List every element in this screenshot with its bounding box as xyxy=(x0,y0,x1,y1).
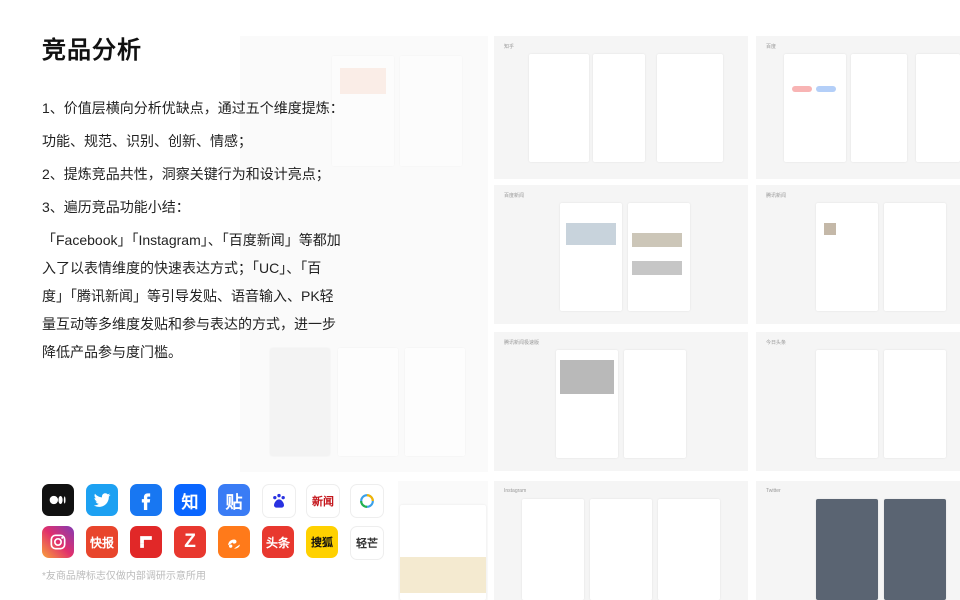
screen-card-toutiao: 今日头条 xyxy=(756,332,960,471)
medium-logo xyxy=(42,484,74,516)
point-2: 2、提炼竞品共性，洞察关键行为和设计亮点； xyxy=(42,166,330,182)
zaker-logo: Z xyxy=(174,526,206,558)
card-label: 腾讯新闻 xyxy=(766,193,787,199)
instagram-logo xyxy=(42,526,74,558)
card-label: 知乎 xyxy=(504,44,515,50)
zhihu-logo: 知 xyxy=(174,484,206,516)
analysis-points: 1、价值层横向分析优缺点，通过五个维度提炼： 功能、规范、识别、创新、情感； 2… xyxy=(42,92,344,366)
screen-card-tencent-news: 腾讯新闻 xyxy=(756,185,960,324)
card-label: 百度 xyxy=(766,44,777,50)
flipboard-logo xyxy=(130,526,162,558)
qingmang-logo: 轻芒 xyxy=(350,526,384,560)
point-1: 1、价值层横向分析优缺点，通过五个维度提炼： xyxy=(42,100,344,116)
card-label: 腾讯新闻极速版 xyxy=(504,340,540,346)
screen-card-tencent-lite: 腾讯新闻极速版 xyxy=(494,332,748,471)
uc-logo xyxy=(218,526,250,558)
toutiao-logo: 头条 xyxy=(262,526,294,558)
tieba-logo: 贴 xyxy=(218,484,250,516)
twitter-logo xyxy=(86,484,118,516)
function-summary: 「Facebook」「Instagram」、「百度新闻」等都加入了以表情维度的快… xyxy=(42,232,341,360)
faded-screen-bottom xyxy=(398,481,488,600)
card-label: 今日头条 xyxy=(766,340,787,346)
screen-card-twitter: Twitter xyxy=(756,481,960,600)
sohu-logo: 搜狐 xyxy=(306,526,338,558)
page-title: 竞品分析 xyxy=(42,37,142,64)
netease-news-logo: 新闻 xyxy=(306,484,340,518)
card-label: 百度新闻 xyxy=(504,193,525,199)
tencent-news-logo xyxy=(350,484,384,518)
facebook-logo xyxy=(130,484,162,516)
card-label: Twitter xyxy=(766,488,781,494)
point-3: 3、遍历竞品功能小结： xyxy=(42,199,190,215)
card-label: Instagram xyxy=(504,488,527,494)
screen-card-zhihu: 知乎 xyxy=(494,36,748,179)
point-1-dimensions: 功能、规范、识别、创新、情感； xyxy=(42,133,252,149)
screen-card-baidu-news: 百度新闻 xyxy=(494,185,748,324)
baidu-logo xyxy=(262,484,296,518)
screen-card-baidu: 百度 xyxy=(756,36,960,179)
kuaibao-logo: 快报 xyxy=(86,526,118,558)
screen-card-instagram: Instagram xyxy=(494,481,748,600)
logo-disclaimer: *友商品牌标志仅做内部调研示意所用 xyxy=(42,571,206,582)
